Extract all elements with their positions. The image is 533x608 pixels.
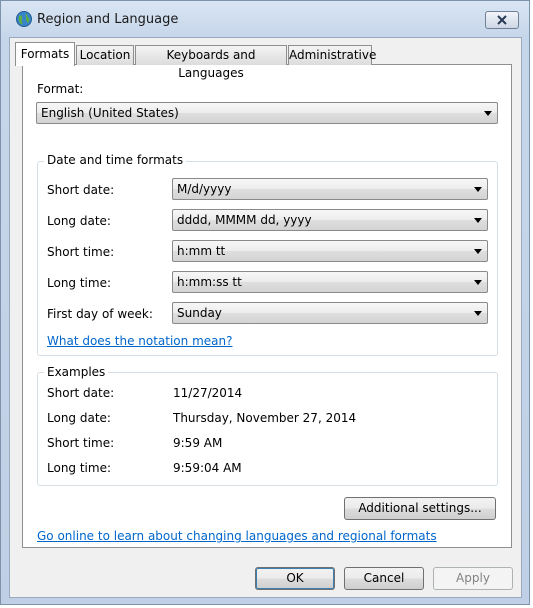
globe-icon bbox=[16, 11, 32, 27]
chevron-down-icon bbox=[474, 187, 482, 192]
tab-administrative[interactable]: Administrative bbox=[288, 45, 376, 65]
date-time-formats-title: Date and time formats bbox=[44, 153, 187, 167]
tab-keyboards-languages[interactable]: Keyboards and Languages bbox=[135, 45, 287, 80]
tab-administrative-label: Administrative bbox=[289, 48, 377, 62]
ok-button[interactable]: OK bbox=[255, 567, 335, 590]
region-language-window: Region and Language Formats Location Key… bbox=[0, 0, 530, 605]
short-time-label: Short time: bbox=[47, 245, 115, 259]
short-time-value: h:mm tt bbox=[177, 244, 226, 258]
format-label: Format: bbox=[37, 82, 84, 96]
format-dropdown[interactable]: English (United States) bbox=[36, 102, 498, 124]
example-long-time-label: Long time: bbox=[47, 461, 112, 475]
example-long-date-label: Long date: bbox=[47, 411, 111, 425]
example-short-time-label: Short time: bbox=[47, 436, 115, 450]
online-help-link[interactable]: Go online to learn about changing langua… bbox=[37, 529, 437, 543]
tab-location[interactable]: Location bbox=[76, 45, 134, 65]
example-short-time-value: 9:59 AM bbox=[173, 436, 223, 450]
tab-location-label: Location bbox=[79, 48, 131, 62]
apply-button[interactable]: Apply bbox=[433, 567, 513, 590]
short-date-label: Short date: bbox=[47, 183, 115, 197]
long-time-dropdown[interactable]: h:mm:ss tt bbox=[172, 271, 488, 293]
example-long-date-value: Thursday, November 27, 2014 bbox=[173, 411, 357, 425]
first-day-of-week-label: First day of week: bbox=[47, 307, 153, 321]
title-bar[interactable]: Region and Language bbox=[1, 1, 529, 37]
short-date-dropdown[interactable]: M/d/yyyy bbox=[172, 178, 488, 200]
notation-help-link[interactable]: What does the notation mean? bbox=[47, 334, 232, 348]
examples-title: Examples bbox=[44, 365, 109, 379]
example-short-date-value: 11/27/2014 bbox=[173, 386, 243, 400]
additional-settings-button[interactable]: Additional settings... bbox=[344, 497, 496, 520]
long-time-value: h:mm:ss tt bbox=[177, 275, 242, 289]
cancel-button[interactable]: Cancel bbox=[344, 567, 424, 590]
long-date-dropdown[interactable]: dddd, MMMM dd, yyyy bbox=[172, 209, 488, 231]
chevron-down-icon bbox=[484, 111, 492, 116]
short-time-dropdown[interactable]: h:mm tt bbox=[172, 240, 488, 262]
example-short-date-label: Short date: bbox=[47, 386, 115, 400]
tab-keyboards-languages-label: Keyboards and Languages bbox=[166, 48, 256, 80]
long-date-label: Long date: bbox=[47, 214, 111, 228]
example-long-time-value: 9:59:04 AM bbox=[173, 461, 242, 475]
long-time-label: Long time: bbox=[47, 276, 112, 290]
close-icon bbox=[497, 15, 507, 25]
chevron-down-icon bbox=[474, 249, 482, 254]
long-date-value: dddd, MMMM dd, yyyy bbox=[177, 213, 312, 227]
format-dropdown-value: English (United States) bbox=[41, 106, 179, 120]
tab-formats[interactable]: Formats bbox=[15, 42, 75, 66]
short-date-value: M/d/yyyy bbox=[177, 182, 232, 196]
chevron-down-icon bbox=[474, 311, 482, 316]
close-button[interactable] bbox=[485, 11, 519, 29]
chevron-down-icon bbox=[474, 218, 482, 223]
first-day-of-week-value: Sunday bbox=[177, 306, 222, 320]
first-day-of-week-dropdown[interactable]: Sunday bbox=[172, 302, 488, 324]
tab-formats-label: Formats bbox=[20, 47, 70, 61]
window-title: Region and Language bbox=[37, 12, 179, 27]
chevron-down-icon bbox=[474, 280, 482, 285]
